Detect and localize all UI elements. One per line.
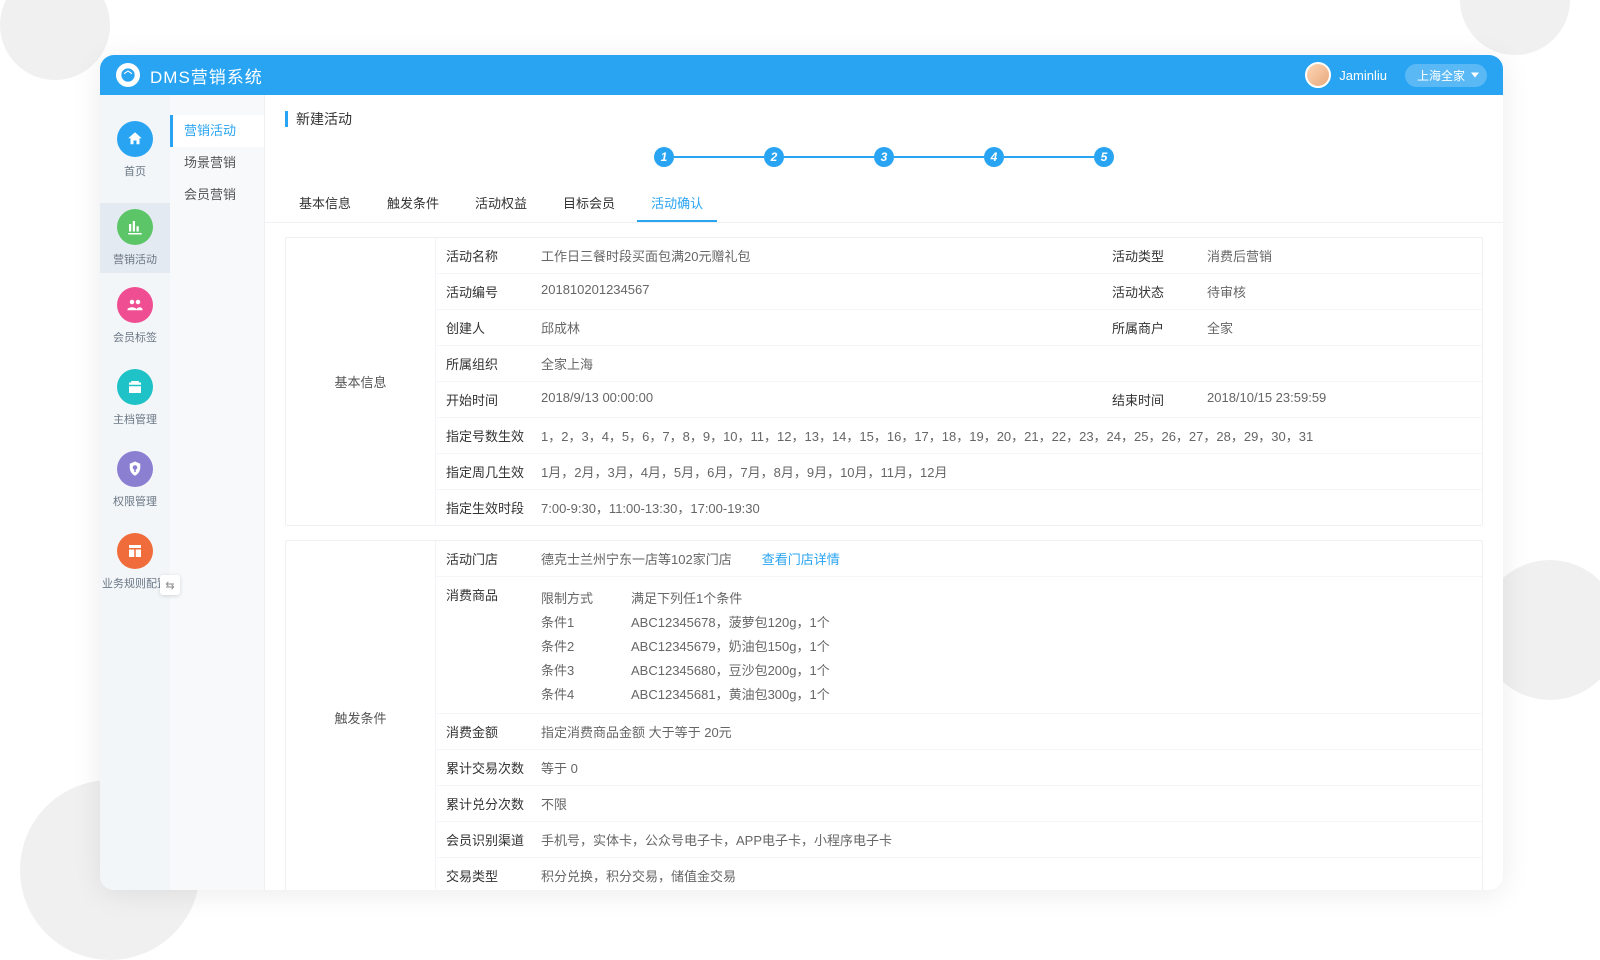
rules-icon [117, 533, 153, 569]
trigger-row: 累计交易次数等于 0 [436, 749, 1482, 785]
tab-4[interactable]: 活动确认 [637, 185, 717, 222]
basic-row-full: 指定号数生效1，2，3，4，5，6，7，8，9，10，11，12，13，14，1… [436, 417, 1482, 453]
trigger-store-row: 活动门店德克士兰州宁东一店等102家门店查看门店详情 [436, 541, 1482, 576]
tab-1[interactable]: 触发条件 [373, 185, 453, 222]
trigger-row: 交易类型积分兑换，积分交易，储值金交易 [436, 857, 1482, 890]
app-window: DMS营销系统 Jaminliu 上海全家 首页营销活动会员标签主档管理权限管理… [100, 55, 1503, 890]
main-content: 新建活动 12345 基本信息触发条件活动权益目标会员活动确认 基本信息 活动名… [265, 95, 1503, 890]
nav-label-marketing: 营销活动 [113, 251, 157, 267]
tab-0[interactable]: 基本信息 [285, 185, 365, 222]
step-4[interactable]: 4 [984, 147, 1004, 167]
nav-label-tags: 会员标签 [113, 329, 157, 345]
trigger-row: 会员识别渠道手机号，实体卡，公众号电子卡，APP电子卡，小程序电子卡 [436, 821, 1482, 857]
app-header: DMS营销系统 Jaminliu 上海全家 [100, 55, 1503, 95]
app-title: DMS营销系统 [150, 63, 263, 88]
step-2[interactable]: 2 [764, 147, 784, 167]
basic-row-full: 指定周几生效1月，2月，3月，4月，5月，6月，7月，8月，9月，10月，11月… [436, 453, 1482, 489]
basic-row: 活动名称工作日三餐时段买面包满20元赠礼包活动类型消费后营销 [436, 238, 1482, 273]
nav-item-master[interactable]: 主档管理 [100, 369, 170, 427]
nav-item-marketing[interactable]: 营销活动 [100, 203, 170, 273]
goods-condition: 条件3ABC12345680，豆沙包200g，1个 [541, 657, 1472, 681]
stepper: 1 2 3 4 5 [265, 139, 1503, 185]
page-title: 新建活动 [296, 109, 352, 129]
nav-item-tags[interactable]: 会员标签 [100, 287, 170, 345]
nav-item-home[interactable]: 首页 [100, 121, 170, 179]
master-icon [117, 369, 153, 405]
tab-3[interactable]: 目标会员 [549, 185, 629, 222]
panel-trigger: 触发条件 活动门店德克士兰州宁东一店等102家门店查看门店详情消费商品限制方式满… [285, 540, 1483, 890]
page-title-bar: 新建活动 [265, 95, 1503, 139]
nav-label-rules: 业务规则配置 [102, 575, 168, 591]
marketing-icon [117, 209, 153, 245]
subnav-item-0[interactable]: 营销活动 [170, 115, 264, 147]
tags-icon [117, 287, 153, 323]
trigger-goods-row: 消费商品限制方式满足下列任1个条件条件1ABC12345678，菠萝包120g，… [436, 576, 1482, 713]
goods-condition: 条件1ABC12345678，菠萝包120g，1个 [541, 609, 1472, 633]
trigger-row: 累计兑分次数不限 [436, 785, 1482, 821]
panel-basic-label: 基本信息 [286, 238, 436, 525]
step-3[interactable]: 3 [874, 147, 894, 167]
basic-row: 开始时间2018/9/13 00:00:00结束时间2018/10/15 23:… [436, 381, 1482, 417]
basic-row: 所属组织全家上海 [436, 345, 1482, 381]
avatar[interactable] [1305, 62, 1331, 88]
nav-primary: 首页营销活动会员标签主档管理权限管理业务规则配置⇆ [100, 95, 170, 890]
step-1[interactable]: 1 [654, 147, 674, 167]
goods-condition: 条件2ABC12345679，奶油包150g，1个 [541, 633, 1472, 657]
perm-icon [117, 451, 153, 487]
panel-basic: 基本信息 活动名称工作日三餐时段买面包满20元赠礼包活动类型消费后营销活动编号2… [285, 237, 1483, 526]
sidebar-collapse-handle[interactable]: ⇆ [160, 575, 180, 595]
nav-label-perm: 权限管理 [113, 493, 157, 509]
tabs: 基本信息触发条件活动权益目标会员活动确认 [265, 185, 1503, 223]
tab-2[interactable]: 活动权益 [461, 185, 541, 222]
username[interactable]: Jaminliu [1339, 68, 1387, 83]
nav-label-master: 主档管理 [113, 411, 157, 427]
trigger-row: 消费金额指定消费商品金额 大于等于 20元 [436, 713, 1482, 749]
store-detail-link[interactable]: 查看门店详情 [762, 552, 840, 567]
nav-item-perm[interactable]: 权限管理 [100, 451, 170, 509]
subnav-item-1[interactable]: 场景营销 [170, 147, 264, 179]
nav-label-home: 首页 [124, 163, 146, 179]
basic-row-full: 指定生效时段7:00-9:30，11:00-13:30，17:00-19:30 [436, 489, 1482, 525]
subnav-item-2[interactable]: 会员营销 [170, 179, 264, 211]
org-selector[interactable]: 上海全家 [1405, 64, 1487, 87]
goods-condition: 条件4ABC12345681，黄油包300g，1个 [541, 681, 1472, 705]
basic-row: 创建人邱成林所属商户全家 [436, 309, 1482, 345]
basic-row: 活动编号201810201234567活动状态待审核 [436, 273, 1482, 309]
logo-icon [116, 63, 140, 87]
home-icon [117, 121, 153, 157]
nav-secondary: 营销活动场景营销会员营销 [170, 95, 265, 890]
step-5[interactable]: 5 [1094, 147, 1114, 167]
panel-trigger-label: 触发条件 [286, 541, 436, 890]
